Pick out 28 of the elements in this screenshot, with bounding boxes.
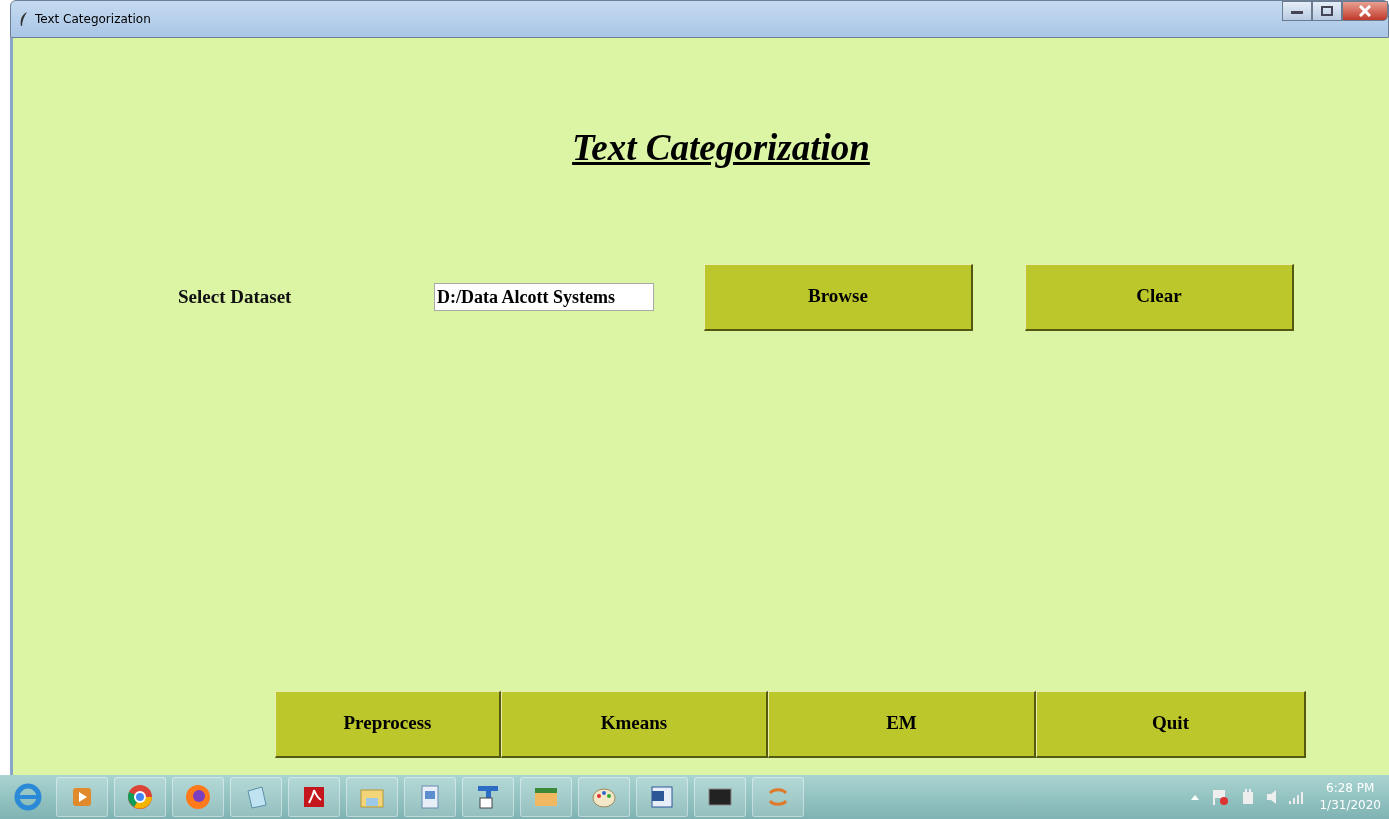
clock-time: 6:28 PM	[1325, 779, 1376, 797]
power-plug-icon[interactable]	[1241, 788, 1256, 806]
window-title: Text Categorization	[35, 11, 151, 28]
heading: Text Categorization	[571, 126, 871, 170]
dataset-label: Select Dataset	[178, 284, 293, 309]
minimize-button[interactable]	[1282, 1, 1312, 21]
taskbar-button[interactable]	[636, 777, 688, 817]
action-button[interactable]: Browse	[704, 263, 973, 331]
close-button[interactable]	[1342, 1, 1388, 21]
taskbar-button[interactable]	[694, 777, 746, 817]
action-button[interactable]: Preprocess	[275, 690, 501, 758]
speaker-icon[interactable]	[1267, 789, 1278, 805]
dataset-path-field[interactable]: D:/Data Alcott Systems	[434, 283, 654, 311]
clock-date: 1/31/2020	[1319, 797, 1381, 814]
action-button[interactable]: Clear	[1025, 263, 1294, 331]
word-icon	[648, 783, 676, 811]
close-icon	[1359, 5, 1371, 17]
browser-icon[interactable]	[14, 783, 42, 811]
maximize-icon	[1321, 6, 1333, 16]
caret-up-icon[interactable]	[1191, 794, 1200, 800]
action-button[interactable]: EM	[768, 690, 1036, 758]
maximize-button[interactable]	[1312, 1, 1342, 21]
flag-icon[interactable]	[1211, 788, 1230, 806]
feather-icon	[19, 11, 29, 27]
action-button[interactable]: Quit	[1036, 690, 1306, 758]
action-button[interactable]: Kmeans	[501, 690, 768, 758]
minimize-icon	[1291, 8, 1303, 14]
browser-icon	[126, 783, 154, 811]
